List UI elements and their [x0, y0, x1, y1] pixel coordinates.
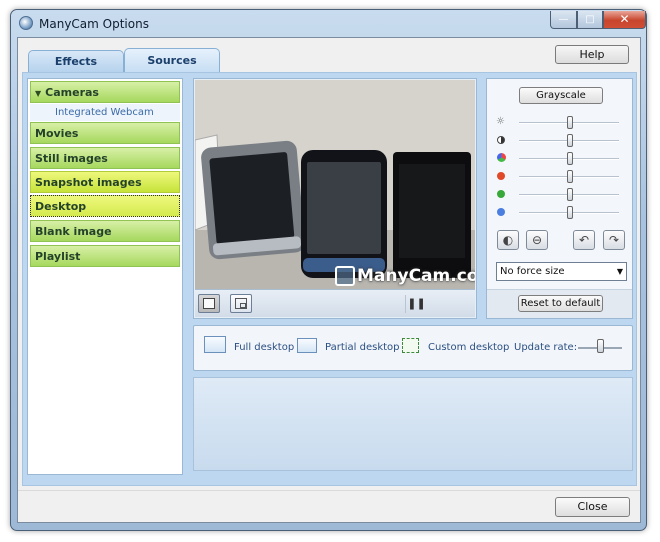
pause-button[interactable]: ❚❚: [405, 295, 427, 313]
green-slider[interactable]: [567, 188, 573, 201]
source-list: ▼ Cameras Integrated Webcam Movies Still …: [27, 78, 183, 475]
maximize-button[interactable]: □: [577, 11, 603, 29]
webcam-image: ManyCam.com: [195, 80, 475, 289]
red-dot-icon: [497, 172, 505, 180]
partial-desktop-icon[interactable]: [297, 338, 317, 353]
source-settings-area: [193, 377, 633, 471]
full-desktop-option[interactable]: Full desktop: [234, 342, 294, 353]
saturation-slider[interactable]: [567, 152, 573, 165]
source-category-desktop[interactable]: Desktop: [30, 195, 180, 217]
source-category-playlist[interactable]: Playlist: [30, 245, 180, 267]
minimize-button[interactable]: —: [550, 11, 577, 29]
dialog-footer: Close: [18, 490, 640, 522]
saturation-slider-row: [497, 152, 625, 165]
color-dots-icon: [497, 153, 506, 162]
contrast-slider-row: [497, 134, 625, 147]
rotate-left-button[interactable]: ↶: [573, 230, 595, 250]
source-category-snapshot-images[interactable]: Snapshot images: [30, 171, 180, 193]
source-category-still-images[interactable]: Still images: [30, 147, 180, 169]
tab-effects[interactable]: Effects: [28, 50, 124, 74]
phones-photo: [195, 80, 475, 289]
camera-device-item[interactable]: Integrated Webcam: [30, 104, 180, 121]
blue-slider-row: [497, 206, 625, 219]
dropdown-arrow-icon: ▼: [616, 267, 623, 276]
window-title: ManyCam Options: [39, 17, 149, 31]
image-adjustments: Grayscale ☼ ◐ ⊖ ↶ ↷ No force size ▼ Rese…: [486, 78, 633, 319]
update-rate-slider[interactable]: [597, 339, 604, 353]
full-desktop-icon[interactable]: [204, 336, 226, 353]
fullscreen-view-button[interactable]: [198, 294, 220, 313]
title-bar[interactable]: ManyCam Options — □ ✕: [11, 10, 646, 38]
reset-to-default-button[interactable]: Reset to default: [518, 295, 603, 312]
reset-area: Reset to default: [487, 289, 632, 318]
sources-panel: ▼ Cameras Integrated Webcam Movies Still …: [22, 72, 637, 486]
custom-desktop-option[interactable]: Custom desktop: [428, 342, 509, 353]
flip-horizontal-button[interactable]: ◐: [497, 230, 519, 250]
cameras-label: Cameras: [45, 86, 99, 99]
source-category-cameras[interactable]: ▼ Cameras: [30, 81, 180, 103]
window-client: Effects Sources Help ▼ Cameras Integrated…: [17, 37, 641, 523]
manycam-app-icon: [19, 16, 33, 30]
picture-in-picture-button[interactable]: [230, 294, 252, 313]
watermark-text: ManyCam.com: [357, 266, 475, 286]
blue-slider[interactable]: [567, 206, 573, 219]
help-button[interactable]: Help: [555, 45, 629, 64]
green-dot-icon: [497, 190, 505, 198]
flip-vertical-button[interactable]: ⊖: [526, 230, 548, 250]
preview-toolbar: ❚❚: [195, 289, 475, 317]
fullscreen-icon: [203, 298, 215, 309]
update-rate-label: Update rate:: [514, 342, 578, 353]
red-slider[interactable]: [567, 170, 573, 183]
contrast-icon: [497, 136, 505, 144]
brightness-slider-row: ☼: [496, 116, 625, 129]
grayscale-button[interactable]: Grayscale: [519, 87, 603, 104]
sun-icon: ☼: [496, 116, 505, 127]
tab-bar: Effects Sources Help: [18, 38, 640, 74]
force-size-value: No force size: [500, 266, 565, 277]
source-category-blank-image[interactable]: Blank image: [30, 220, 180, 242]
video-preview: ManyCam.com ❚❚: [193, 78, 477, 319]
options-window: ManyCam Options — □ ✕ Effects Sources He…: [10, 9, 647, 531]
manycam-logo-icon: [335, 266, 355, 286]
close-window-button[interactable]: ✕: [603, 11, 646, 29]
contrast-slider[interactable]: [567, 134, 573, 147]
partial-desktop-option[interactable]: Partial desktop: [325, 342, 400, 353]
close-button[interactable]: Close: [555, 497, 630, 517]
force-size-select[interactable]: No force size ▼: [496, 262, 627, 281]
tab-sources[interactable]: Sources: [124, 48, 220, 74]
green-slider-row: [497, 188, 625, 201]
brightness-slider[interactable]: [567, 116, 573, 129]
source-category-movies[interactable]: Movies: [30, 122, 180, 144]
red-slider-row: [497, 170, 625, 183]
rotate-right-button[interactable]: ↷: [603, 230, 625, 250]
pip-inner-icon: [240, 303, 246, 308]
desktop-options-bar: Full desktop Partial desktop Custom desk…: [193, 325, 633, 371]
custom-desktop-icon[interactable]: [402, 338, 419, 353]
blue-dot-icon: [497, 208, 505, 216]
expand-triangle-icon: ▼: [35, 89, 42, 98]
